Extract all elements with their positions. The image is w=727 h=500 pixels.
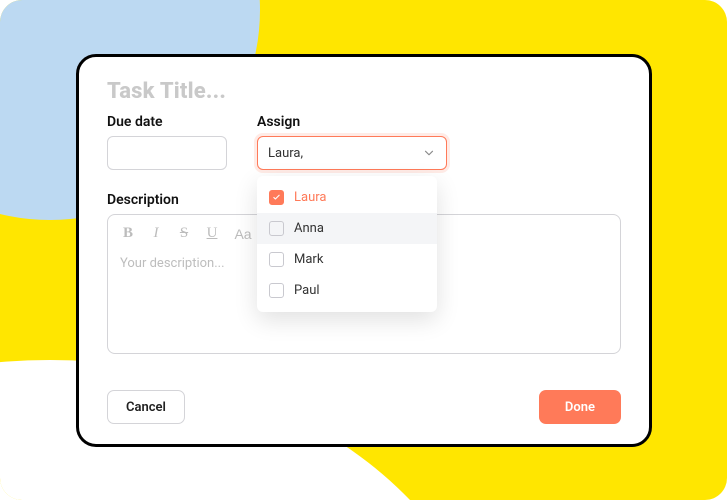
stage: Task Title... Due date Assign Laura, bbox=[0, 0, 727, 500]
done-button[interactable]: Done bbox=[539, 390, 621, 424]
strike-button[interactable]: S bbox=[176, 225, 192, 242]
assign-option-anna[interactable]: Anna bbox=[257, 213, 437, 244]
checkbox-unchecked-icon bbox=[269, 283, 284, 298]
assign-option-mark[interactable]: Mark bbox=[257, 244, 437, 275]
task-modal: Task Title... Due date Assign Laura, bbox=[76, 54, 652, 447]
due-date-input[interactable] bbox=[107, 136, 227, 170]
task-title-input[interactable]: Task Title... bbox=[107, 79, 621, 104]
assign-option-laura[interactable]: Laura bbox=[257, 182, 437, 213]
checkbox-unchecked-icon bbox=[269, 252, 284, 267]
assign-field: Assign Laura, Laura bbox=[257, 114, 447, 170]
assign-option-label: Paul bbox=[294, 283, 320, 298]
assign-option-paul[interactable]: Paul bbox=[257, 275, 437, 306]
assign-select[interactable]: Laura, bbox=[257, 136, 447, 170]
font-button[interactable]: Aa bbox=[232, 226, 254, 242]
due-date-field: Due date bbox=[107, 114, 227, 170]
assign-option-label: Mark bbox=[294, 252, 323, 267]
checkbox-checked-icon bbox=[269, 190, 284, 205]
underline-button[interactable]: U bbox=[204, 225, 220, 242]
bold-button[interactable]: B bbox=[120, 225, 136, 242]
checkbox-unchecked-icon bbox=[269, 221, 284, 236]
italic-button[interactable]: I bbox=[148, 225, 164, 242]
modal-footer: Cancel Done bbox=[107, 390, 621, 424]
assign-option-label: Laura bbox=[294, 190, 326, 205]
fields-row: Due date Assign Laura, Laura bbox=[107, 114, 621, 170]
assign-label: Assign bbox=[257, 114, 447, 130]
assign-dropdown: Laura Anna Mark Paul bbox=[257, 176, 437, 312]
due-date-label: Due date bbox=[107, 114, 227, 130]
chevron-down-icon bbox=[422, 146, 436, 160]
assign-option-label: Anna bbox=[294, 221, 324, 236]
cancel-button[interactable]: Cancel bbox=[107, 390, 185, 424]
assign-value: Laura, bbox=[268, 146, 303, 161]
